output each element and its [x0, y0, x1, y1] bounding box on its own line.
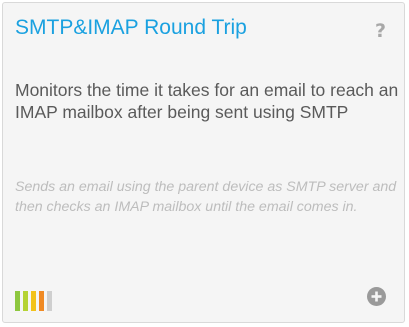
performance-bar-1: [15, 291, 20, 311]
performance-bars-icon: [15, 291, 52, 311]
card-details: Sends an email using the parent device a…: [15, 179, 397, 215]
performance-bar-2: [23, 291, 28, 311]
performance-bar-3: [31, 291, 36, 311]
card-description: Monitors the time it takes for an email …: [15, 80, 399, 122]
card-title[interactable]: SMTP&IMAP Round Trip: [15, 15, 247, 41]
performance-bar-4: [39, 291, 44, 311]
sensor-card[interactable]: SMTP&IMAP Round Trip ? Monitors the time…: [2, 2, 405, 323]
plus-circle-icon[interactable]: [367, 287, 386, 306]
help-icon[interactable]: ?: [375, 20, 386, 42]
performance-bar-5: [47, 291, 52, 311]
